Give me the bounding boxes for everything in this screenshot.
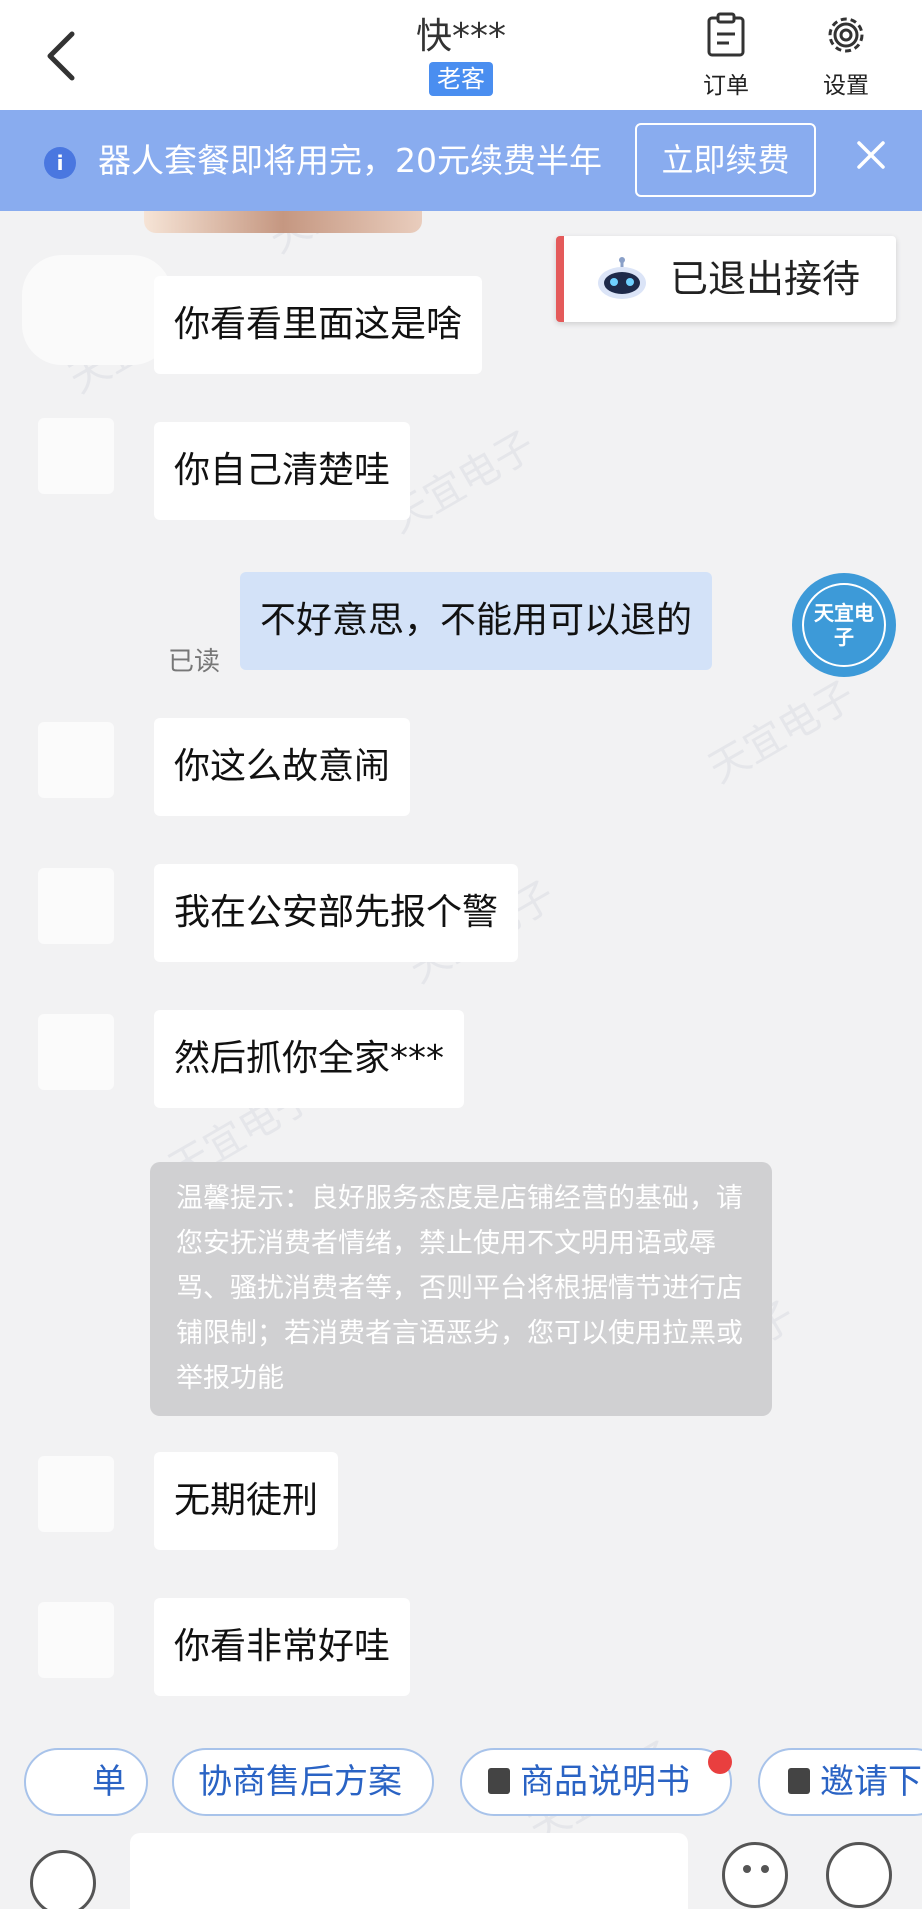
image-message-partial[interactable] <box>144 211 422 233</box>
bot-status-chip: 已退出接待 <box>556 236 896 322</box>
platform-notice: 温馨提示：良好服务态度是店铺经营的基础，请您安抚消费者情绪，禁止使用不文明用语或… <box>150 1162 772 1416</box>
message-bubble[interactable]: 无期徒刑 <box>154 1452 339 1550</box>
settings-button[interactable]: 设置 <box>806 12 886 100</box>
clipboard-icon <box>707 12 745 57</box>
read-receipt: 已读 <box>168 647 221 677</box>
message-bubble[interactable]: 你看非常好哇 <box>154 1598 411 1696</box>
watermark: 天宜电子 <box>701 672 863 793</box>
manual-button[interactable]: 商品说明书 <box>460 1748 732 1816</box>
order-button[interactable]: 订单 <box>686 12 766 100</box>
page-title: 快*** <box>415 16 506 57</box>
banner-text: 器人套餐即将用完，20元续费半年 <box>98 141 602 180</box>
manual-label: 商品说明书 <box>520 1762 690 1802</box>
message-bubble[interactable]: 我在公安部先报个警 <box>154 864 519 962</box>
customer-avatar[interactable] <box>38 1014 114 1090</box>
invite-button[interactable]: 邀请下 <box>758 1748 922 1816</box>
renew-button[interactable]: 立即续费 <box>635 123 816 197</box>
own-message-bubble[interactable]: 不好意思，不能用可以退的 <box>240 572 713 670</box>
renewal-banner: i 器人套餐即将用完，20元续费半年 立即续费 <box>0 110 922 211</box>
customer-avatar[interactable] <box>38 868 114 944</box>
emoji-icon[interactable] <box>722 1842 788 1908</box>
quick-action-chip[interactable]: 单 <box>24 1748 148 1816</box>
bag-icon <box>788 1767 810 1794</box>
settings-label: 设置 <box>823 73 869 99</box>
chat-title-block: 快*** 老客 <box>361 14 561 96</box>
voice-icon[interactable] <box>30 1850 96 1909</box>
input-bar <box>0 1828 922 1909</box>
message-bubble[interactable]: 然后抓你全家*** <box>154 1010 465 1108</box>
back-icon[interactable] <box>38 28 86 84</box>
customer-avatar[interactable] <box>38 722 114 798</box>
customer-badge: 老客 <box>429 62 493 96</box>
quick-action-bar: 单 协商售后方案 商品说明书 邀请下 <box>0 1740 922 1824</box>
close-icon[interactable] <box>856 140 886 170</box>
message-input[interactable] <box>130 1833 688 1909</box>
notification-dot <box>708 1750 732 1774</box>
info-icon: i <box>44 147 76 179</box>
message-bubble[interactable]: 你这么故意闹 <box>154 718 411 816</box>
message-bubble[interactable]: 你自己清楚哇 <box>154 422 411 520</box>
more-icon[interactable] <box>826 1842 892 1908</box>
store-avatar[interactable]: 天宜电子 <box>792 573 896 677</box>
customer-avatar[interactable] <box>38 1602 114 1678</box>
book-icon <box>488 1767 510 1794</box>
store-avatar-text: 天宜电子 <box>814 601 874 649</box>
customer-avatar-blur <box>22 255 172 365</box>
chat-header: 快*** 老客 订单 设置 <box>0 0 922 110</box>
bot-status-text: 已退出接待 <box>670 257 861 301</box>
customer-avatar[interactable] <box>38 418 114 494</box>
message-bubble[interactable]: 你看看里面这是啥 <box>154 276 483 374</box>
customer-avatar[interactable] <box>38 1456 114 1532</box>
robot-icon <box>598 257 646 299</box>
negotiate-aftersale-button[interactable]: 协商售后方案 <box>172 1748 434 1816</box>
order-label: 订单 <box>703 73 749 99</box>
invite-label: 邀请下 <box>820 1762 922 1802</box>
gear-icon <box>828 17 864 53</box>
